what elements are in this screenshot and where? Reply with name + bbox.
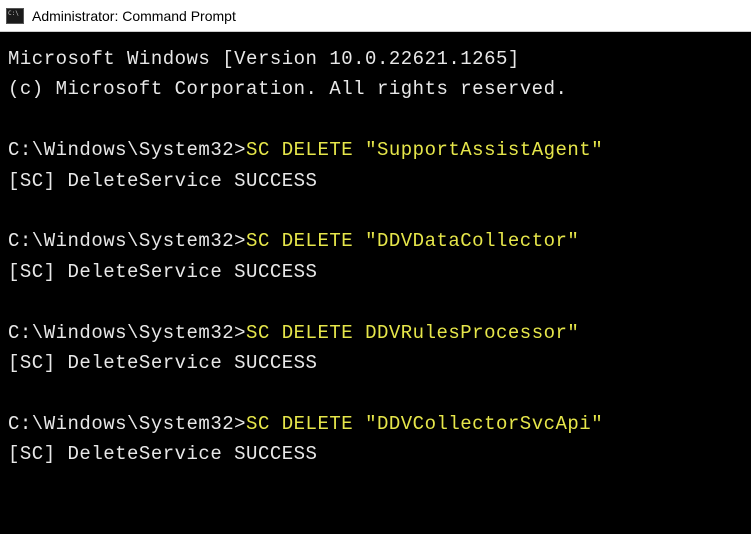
command-line: C:\Windows\System32>SC DELETE "DDVDataCo… <box>8 226 743 256</box>
blank-line <box>8 105 743 135</box>
prompt-path: C:\Windows\System32> <box>8 139 246 161</box>
copyright-line: (c) Microsoft Corporation. All rights re… <box>8 74 743 104</box>
command-text: SC DELETE "DDVDataCollector" <box>246 230 579 252</box>
prompt-path: C:\Windows\System32> <box>8 322 246 344</box>
command-text: SC DELETE DDVRulesProcessor" <box>246 322 579 344</box>
cmd-icon <box>6 8 24 24</box>
blank-line <box>8 196 743 226</box>
command-line: C:\Windows\System32>SC DELETE "DDVCollec… <box>8 409 743 439</box>
window-title: Administrator: Command Prompt <box>32 8 236 24</box>
command-line: C:\Windows\System32>SC DELETE "SupportAs… <box>8 135 743 165</box>
command-line: C:\Windows\System32>SC DELETE DDVRulesPr… <box>8 318 743 348</box>
blank-line <box>8 378 743 408</box>
blank-line <box>8 287 743 317</box>
terminal-output-area[interactable]: Microsoft Windows [Version 10.0.22621.12… <box>0 32 751 481</box>
command-result: [SC] DeleteService SUCCESS <box>8 439 743 469</box>
prompt-path: C:\Windows\System32> <box>8 413 246 435</box>
command-result: [SC] DeleteService SUCCESS <box>8 257 743 287</box>
prompt-path: C:\Windows\System32> <box>8 230 246 252</box>
command-result: [SC] DeleteService SUCCESS <box>8 348 743 378</box>
command-text: SC DELETE "DDVCollectorSvcApi" <box>246 413 603 435</box>
command-result: [SC] DeleteService SUCCESS <box>8 166 743 196</box>
window-titlebar[interactable]: Administrator: Command Prompt <box>0 0 751 32</box>
command-text: SC DELETE "SupportAssistAgent" <box>246 139 603 161</box>
os-version-line: Microsoft Windows [Version 10.0.22621.12… <box>8 44 743 74</box>
